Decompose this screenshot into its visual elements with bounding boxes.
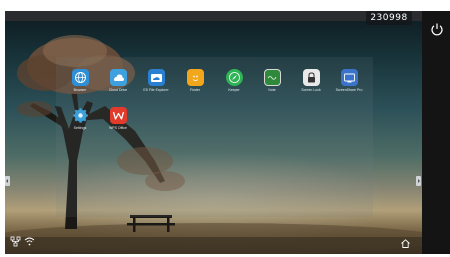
- app-es-file-explorer[interactable]: ES File Explorer: [141, 69, 171, 92]
- screenshare-icon: [340, 69, 358, 86]
- status-icons: [10, 236, 35, 247]
- clock-display: 230998: [366, 11, 412, 25]
- power-button[interactable]: [430, 22, 444, 36]
- app-finder[interactable]: Finder: [180, 69, 210, 92]
- compass-icon: [225, 69, 243, 86]
- app-label: Note: [268, 88, 276, 92]
- app-label: WPS Office: [108, 126, 128, 130]
- lock-icon: [302, 69, 320, 86]
- power-icon: [431, 23, 443, 36]
- folder-cloud-icon: [147, 69, 165, 86]
- network-icon: [10, 236, 21, 247]
- app-settings[interactable]: Settings: [65, 107, 95, 130]
- app-label: Browser: [73, 88, 87, 92]
- globe-icon: [71, 69, 89, 86]
- app-wps-office[interactable]: WPS Office: [103, 107, 133, 130]
- wps-icon: [109, 107, 127, 124]
- app-browser[interactable]: Browser: [65, 69, 95, 92]
- right-sidebar: [422, 11, 450, 254]
- app-label: Cloud Drive: [108, 88, 128, 92]
- right-edge-handle[interactable]: [416, 176, 421, 186]
- app-keeper[interactable]: Keeper: [219, 69, 249, 92]
- app-note[interactable]: Note: [257, 69, 287, 92]
- app-label: Screen Lock: [301, 88, 321, 92]
- app-screenshare-pro[interactable]: ScreenShare Pro: [334, 69, 364, 92]
- board-icon: [263, 69, 281, 86]
- app-label: ScreenShare Pro: [335, 88, 363, 92]
- app-screen-lock[interactable]: Screen Lock: [296, 69, 326, 92]
- app-label: Settings: [73, 126, 87, 130]
- finder-icon: [186, 69, 204, 86]
- home-icon: [401, 239, 410, 248]
- cloud-icon: [109, 69, 127, 86]
- app-cloud-drive[interactable]: Cloud Drive: [103, 69, 133, 92]
- app-label: Finder: [190, 88, 200, 92]
- home-button[interactable]: [400, 236, 411, 248]
- left-edge-handle[interactable]: [5, 176, 10, 186]
- wifi-icon: [24, 237, 35, 246]
- app-label: Keeper: [228, 88, 240, 92]
- app-label: ES File Explorer: [143, 88, 169, 92]
- gear-icon: [72, 107, 89, 124]
